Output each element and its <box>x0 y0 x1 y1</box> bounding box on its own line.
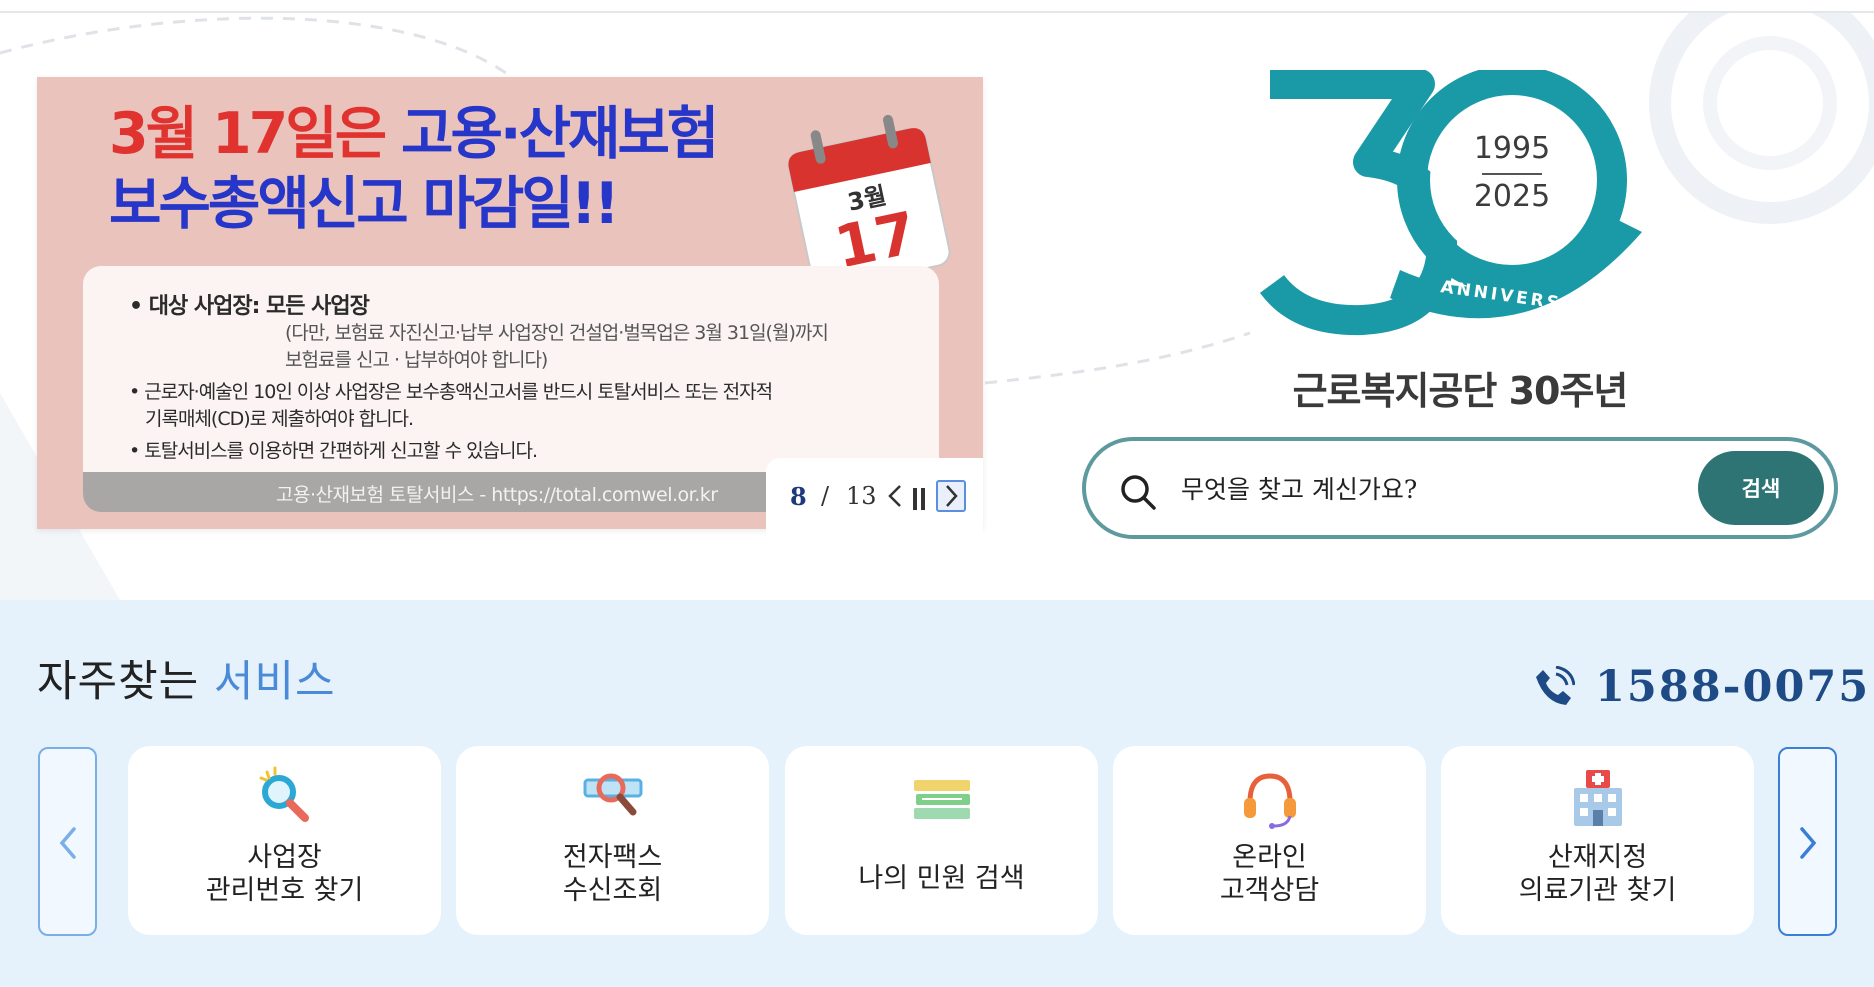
banner-bullet-submission-cont: 기록매체(CD)로 제출하여야 합니다. <box>145 408 414 430</box>
banner-footer-text: 고용·산재보험 토탈서비스 - https://total.comwel.or.… <box>276 484 718 506</box>
service-card-efax[interactable]: 전자팩스 수신조회 <box>456 746 769 935</box>
frequent-services-section: 자주찾는 서비스 1588-0075 사업장 관리번호 찾기 전자팩스 수신조회 <box>0 600 1874 987</box>
banner-pager: 8 / 13 <box>766 458 983 541</box>
service-card-my-petition[interactable]: 나의 민원 검색 <box>785 746 1098 935</box>
chevron-left-icon <box>59 827 76 859</box>
banner-bullet-totalservice: • 토탈서비스를 이용하면 간편하게 신고할 수 있습니다. <box>129 440 538 462</box>
search-input[interactable] <box>1181 463 1761 515</box>
services-next-button[interactable] <box>1778 747 1837 936</box>
services-title: 자주찾는 서비스 <box>37 657 336 707</box>
pager-pause-button[interactable] <box>911 488 927 510</box>
svg-text:2025: 2025 <box>1474 179 1550 214</box>
phone-number: 1588-0075 <box>1595 662 1871 712</box>
banner-bullet-submission: • 근로자·예술인 10인 이상 사업장은 보수총액신고서를 반드시 토탈서비스… <box>129 381 773 403</box>
service-card-label: 온라인 고객상담 <box>1219 842 1320 906</box>
pager-next-button[interactable] <box>936 480 966 512</box>
service-card-label: 전자팩스 수신조회 <box>562 842 663 906</box>
top-divider <box>0 0 1874 13</box>
search-button[interactable]: 검색 <box>1698 451 1824 525</box>
pager-prev-button[interactable] <box>884 480 906 512</box>
pager-current: 8 <box>790 482 807 511</box>
banner-note-line1: (다만, 보험료 자진신고·납부 사업장인 건설업·벌목업은 3월 31일(월)… <box>285 322 829 344</box>
headset-icon <box>1244 773 1296 829</box>
banner-note-line2: 보험료를 신고 · 납부하여야 합니다) <box>285 349 548 371</box>
fax-search-icon <box>583 773 643 816</box>
service-card-label: 나의 민원 검색 <box>858 863 1025 894</box>
services-prev-button[interactable] <box>38 747 97 936</box>
service-card-label: 사업장 관리번호 찾기 <box>205 842 364 906</box>
hospital-icon <box>1574 770 1622 826</box>
chevron-right-icon <box>946 485 958 507</box>
pager-separator: / <box>821 482 830 510</box>
chevron-left-icon <box>888 485 901 507</box>
service-card-designated-hospital[interactable]: 산재지정 의료기관 찾기 <box>1441 746 1754 935</box>
phone-icon <box>1536 666 1575 705</box>
anniversary-logo: 1995 2025 ANNIVERSARY <box>1259 70 1642 336</box>
site-search: 검색 <box>1082 437 1838 539</box>
magnifier-icon <box>259 766 309 822</box>
pager-total: 13 <box>846 482 877 510</box>
books-icon <box>914 780 970 819</box>
banner-bullet-target: • 대상 사업장: 모든 사업장 <box>129 294 370 319</box>
svg-text:1995: 1995 <box>1474 131 1550 166</box>
service-card-online-consult[interactable]: 온라인 고객상담 <box>1113 746 1426 935</box>
service-card-label: 산재지정 의료기관 찾기 <box>1518 842 1677 906</box>
banner-title: 3월 17일은 고용·산재보험 보수총액신고 마감일!! <box>109 101 719 237</box>
search-icon <box>1121 475 1156 510</box>
anniversary-caption: 근로복지공단 30주년 <box>1292 369 1629 413</box>
service-card-business-number[interactable]: 사업장 관리번호 찾기 <box>128 746 441 935</box>
chevron-right-icon <box>1800 827 1817 859</box>
